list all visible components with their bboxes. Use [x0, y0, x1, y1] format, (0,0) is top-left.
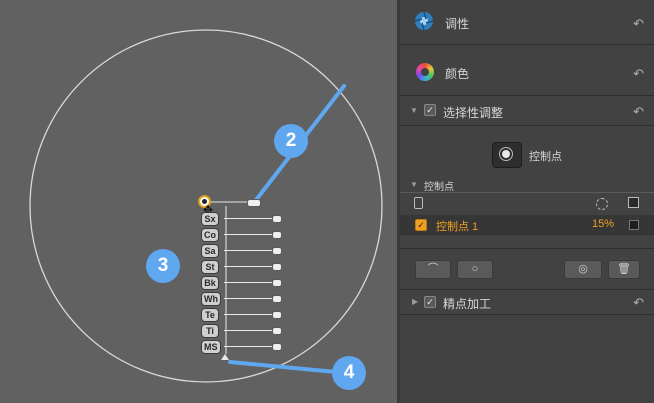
selective-adjust-header[interactable]: ▼ ✓ 选择性调整 ↶ [400, 96, 654, 126]
finishing-reset-icon[interactable]: ↶ [633, 295, 644, 311]
list-spacer [400, 234, 654, 249]
link-control-points-button[interactable]: ⌒ [415, 260, 451, 279]
expand-triangle-icon[interactable]: ▶ [412, 297, 418, 306]
image-canvas[interactable]: ✥ SxCoSaStBkWhTeTiMS 1 2 3 4 [0, 0, 610, 403]
collapse-triangle-icon[interactable]: ▼ [410, 180, 418, 189]
radius-icon[interactable] [596, 198, 608, 210]
add-control-point-button[interactable] [492, 142, 522, 168]
selective-adjust-label: 选择性调整 [443, 106, 504, 120]
slider-label: Te [202, 309, 218, 321]
collapse-triangle-icon[interactable]: ▼ [410, 106, 418, 115]
color-label: 颜色 [445, 67, 470, 81]
control-point-slider[interactable]: Sx [202, 213, 288, 225]
mask-toggle[interactable] [629, 220, 639, 230]
control-point-slider[interactable]: Sa [202, 245, 288, 257]
color-wheel-icon [416, 63, 434, 81]
marker-4: 4 [332, 356, 366, 390]
duplicate-control-point-button[interactable]: ◎ [564, 260, 602, 279]
control-point-list-label: 控制点 [424, 182, 454, 193]
slider-knob[interactable] [271, 247, 282, 255]
unlink-control-points-button[interactable]: ○ [457, 260, 493, 279]
control-point-slider[interactable]: MS [202, 341, 288, 353]
control-point-opacity[interactable]: 15% [592, 218, 614, 230]
control-point-slider[interactable]: St [202, 261, 288, 273]
marker-3: 3 [146, 249, 180, 283]
slider-knob[interactable] [271, 215, 282, 223]
finishing-header[interactable]: ▶ ✓ 精点加工 ↶ [400, 290, 654, 315]
control-point-actions: ⌒ ○ ◎ 🗑 [400, 249, 654, 290]
slider-knob[interactable] [271, 279, 282, 287]
aperture-icon [414, 11, 434, 31]
tone-section[interactable]: 调性 ↶ [400, 0, 654, 45]
control-point-slider[interactable]: Ti [202, 325, 288, 337]
control-point-slider[interactable]: Wh [202, 293, 288, 305]
slider-label: Co [202, 229, 218, 241]
slider-knob[interactable] [271, 327, 282, 335]
slider-label: MS [202, 341, 220, 353]
finishing-label: 精点加工 [443, 297, 492, 311]
control-point-visible-checkbox[interactable]: ✓ [415, 219, 427, 231]
selective-adjust-checkbox[interactable]: ✓ [424, 104, 436, 116]
selective-reset-icon[interactable]: ↶ [633, 104, 644, 120]
color-reset-icon[interactable]: ↶ [633, 66, 644, 82]
color-section[interactable]: 颜色 ↶ [400, 45, 654, 96]
control-point-list-header[interactable]: ▼ 控制点 [400, 178, 654, 193]
control-point-name: 控制点 1 [436, 221, 479, 233]
slider-label: Ti [202, 325, 218, 337]
tone-reset-icon[interactable]: ↶ [633, 16, 644, 32]
control-point-list-toolbar [400, 192, 654, 216]
slider-label: Sx [202, 213, 218, 225]
slider-knob[interactable] [271, 311, 282, 319]
control-point-slider[interactable]: Te [202, 309, 288, 321]
marker-2: 2 [274, 124, 308, 158]
slider-label: Bk [202, 277, 218, 289]
add-control-point-label: 控制点 [529, 151, 562, 163]
slider-label: Wh [202, 293, 220, 305]
expand-sliders-icon[interactable] [221, 354, 229, 360]
slider-knob[interactable] [271, 231, 282, 239]
radius-handle[interactable] [247, 199, 261, 207]
control-point-slider[interactable]: Bk [202, 277, 288, 289]
slider-knob[interactable] [271, 343, 282, 351]
adjustment-panel: 调性 ↶ 颜色 ↶ ▼ ✓ 选择性调整 ↶ 控制点 ▼ 控制点 ✓ 控制点 1 15… [400, 0, 654, 403]
mask-icon[interactable] [628, 197, 639, 208]
slider-knob[interactable] [271, 295, 282, 303]
finishing-checkbox[interactable]: ✓ [424, 296, 436, 308]
tone-label: 调性 [445, 17, 470, 31]
control-point-list-item[interactable]: ✓ 控制点 1 15% [400, 215, 654, 235]
group-icon[interactable] [414, 197, 423, 209]
control-point-slider[interactable]: Co [202, 229, 288, 241]
marker-4-line [228, 360, 338, 374]
slider-knob[interactable] [271, 263, 282, 271]
slider-label: St [202, 261, 218, 273]
delete-control-point-button[interactable]: 🗑 [608, 260, 640, 279]
slider-label: Sa [202, 245, 218, 257]
